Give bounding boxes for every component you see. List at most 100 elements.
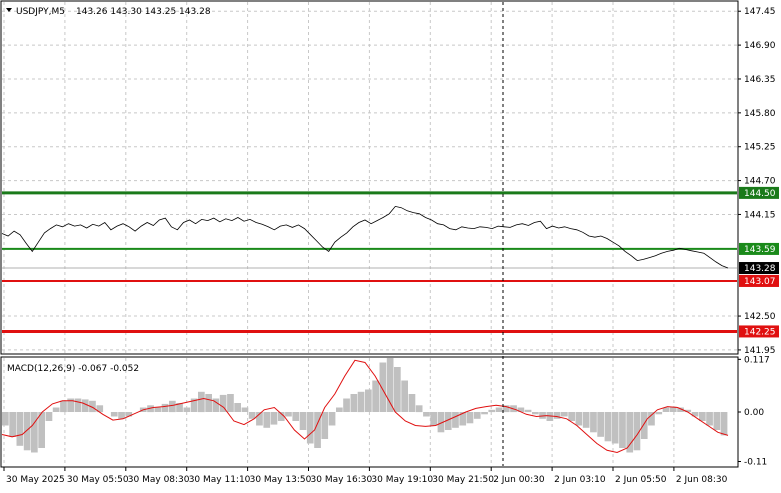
macd-histogram-bar (415, 405, 423, 413)
price-axis: 147.45 146.90 146.35 145.80 145.25 144.70 144.… (738, 7, 779, 356)
macd-histogram-bar (394, 367, 401, 412)
macd-histogram-bar (263, 412, 271, 428)
macd-histogram-bar (452, 412, 459, 428)
macd-histogram-bar (161, 403, 169, 412)
price-tick-label: 146.90 (744, 41, 776, 51)
macd-histogram-bar (321, 412, 329, 439)
macd-histogram-bar (481, 412, 488, 415)
macd-histogram-bar (9, 412, 16, 437)
macd-histogram-bar (706, 412, 713, 426)
price-tick-label: 145.80 (744, 109, 776, 119)
time-tick-label: 30 May 05:50 (67, 475, 129, 485)
macd-histogram-bar (270, 412, 278, 425)
time-tick-label: 30 May 11:10 (189, 475, 251, 485)
macd-histogram-bar (365, 389, 372, 412)
macd-histogram-bar (408, 394, 416, 412)
level-label: 143.59 (744, 245, 776, 255)
macd-histogram-bar (328, 412, 336, 426)
macd-histogram-bar (488, 409, 496, 413)
level-label: 143.07 (744, 277, 776, 287)
macd-histogram-bar (110, 412, 118, 417)
macd-histogram-bar (299, 412, 307, 430)
price-tick-label: 144.15 (744, 210, 776, 220)
macd-histogram-bar (582, 412, 590, 428)
macd-histogram-bar (372, 380, 379, 412)
macd-histogram-bar (699, 412, 706, 421)
macd-histogram-bar (379, 362, 387, 412)
time-tick-label: 30 May 21:50 (432, 475, 494, 485)
macd-histogram-bar (720, 412, 728, 436)
macd-histogram-bar (495, 407, 503, 412)
macd-tick-label: 0.00 (744, 408, 764, 418)
macd-histogram-bar (626, 412, 634, 453)
macd-axis: 0.117 0.00 -0.11 (738, 355, 770, 468)
time-tick-label: 30 May 2025 (6, 475, 65, 485)
macd-histogram-bar (343, 398, 350, 412)
macd-histogram-bar (38, 412, 45, 448)
macd-histogram-bar (2, 412, 9, 426)
macd-histogram-bar (553, 412, 561, 419)
macd-histogram-bar (16, 412, 24, 446)
trading-chart[interactable]: 144.50 143.59 143.07 142.25 USDJPY,M5 143.2… (0, 0, 781, 489)
macd-histogram-bar (524, 409, 532, 413)
ohlc-readout: 143.26 143.30 143.25 143.28 (76, 7, 211, 17)
macd-histogram-bar (154, 407, 162, 412)
macd-histogram-bar (423, 412, 430, 417)
macd-histogram-bar (350, 394, 358, 412)
macd-histogram-bar (198, 391, 205, 413)
current-price-label: 143.28 (744, 264, 776, 274)
macd-histogram-bar (285, 412, 292, 417)
macd-tick-label: 0.117 (744, 355, 770, 365)
macd-histogram-bar (473, 412, 481, 419)
time-tick-label: 2 Jun 08:30 (676, 475, 728, 485)
macd-histogram-bar (169, 400, 176, 413)
macd-histogram-bar (604, 412, 612, 442)
header: USDJPY,M5 143.26 143.30 143.25 143.28 (6, 7, 211, 17)
macd-histogram-bar (45, 412, 53, 421)
macd-histogram-bar (655, 412, 663, 415)
price-tick-label: 145.25 (744, 143, 776, 153)
macd-label: MACD(12,26,9) -0.067 -0.052 (7, 364, 139, 374)
macd-histogram-bar (23, 412, 31, 451)
price-tick-label: 144.70 (744, 177, 776, 187)
macd-histogram-bar (306, 412, 314, 444)
macd-histogram-bar (357, 391, 365, 413)
level-label: 142.25 (744, 327, 776, 337)
time-tick-label: 2 Jun 05:50 (615, 475, 667, 485)
chart-canvas[interactable]: 144.50 143.59 143.07 142.25 USDJPY,M5 143.2… (0, 0, 781, 489)
macd-histogram-bar (227, 394, 234, 412)
macd-histogram-bar (336, 407, 343, 412)
macd-histogram-bar (611, 412, 619, 444)
macd-tick-label: -0.11 (744, 458, 767, 468)
macd-histogram-bar (648, 412, 655, 426)
price-tick-label: 146.35 (744, 75, 776, 85)
macd-histogram-bar (60, 400, 67, 413)
time-tick-label: 2 Jun 03:10 (554, 475, 606, 485)
macd-histogram-bar (401, 380, 408, 412)
time-tick-label: 30 May 19:10 (371, 475, 433, 485)
price-tick-label: 142.50 (744, 312, 776, 322)
level-label: 144.50 (744, 189, 776, 199)
time-tick-label: 30 May 16:30 (311, 475, 373, 485)
macd-histogram-bar (292, 412, 300, 421)
macd-histogram-bar (575, 412, 583, 426)
time-tick-label: 2 Jun 00:30 (493, 475, 545, 485)
macd-histogram-bar (74, 398, 82, 412)
time-tick-label: 30 May 13:50 (250, 475, 312, 485)
macd-histogram-bar (31, 412, 38, 453)
macd-histogram-bar (619, 412, 626, 448)
time-tick-label: 30 May 08:30 (128, 475, 190, 485)
macd-histogram-bar (466, 412, 474, 424)
macd-histogram-bar (430, 412, 437, 426)
macd-histogram-bar (568, 412, 575, 421)
macd-histogram-bar (241, 407, 249, 412)
price-tick-label: 147.45 (744, 7, 776, 17)
macd-histogram-bar (52, 407, 60, 412)
macd-histogram-bar (118, 412, 125, 419)
macd-histogram-bar (234, 403, 241, 412)
symbol-label: USDJPY,M5 (16, 7, 65, 17)
time-axis: 30 May 2025 30 May 05:50 30 May 08:30 30 Ma… (3, 467, 728, 485)
macd-histogram-bar (640, 412, 648, 439)
macd-histogram-bar (386, 358, 394, 412)
macd-histogram-bar (713, 412, 721, 430)
